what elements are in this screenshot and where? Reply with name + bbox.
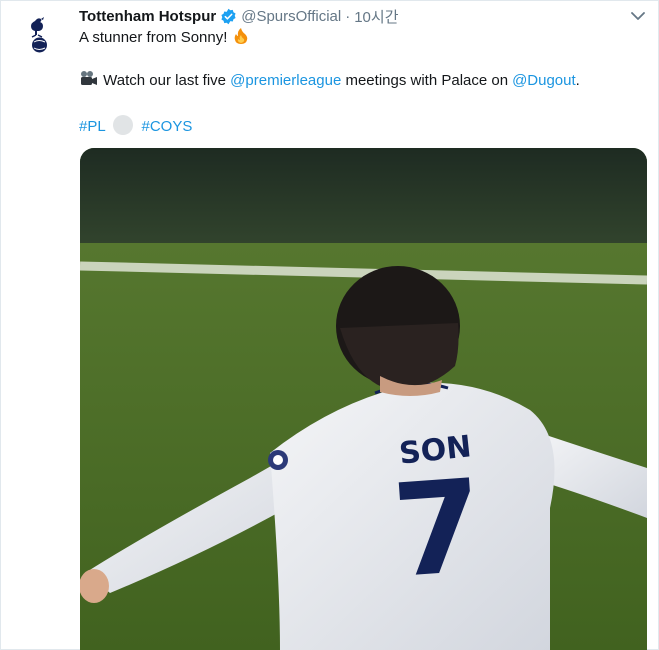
video-frame-image: SON 7	[80, 148, 647, 650]
verified-badge-icon	[220, 8, 237, 25]
tweet-hashtags: #PL #COYS	[79, 115, 192, 137]
mention-link-dugout[interactable]: @Dugout	[512, 72, 576, 89]
tweet-text: A stunner from Sonny!	[79, 29, 228, 46]
tweet-text-line-2: Watch our last five @premierleague meeti…	[79, 70, 580, 94]
tweet-header: Tottenham Hotspur @SpursOfficial · 10시간	[79, 6, 399, 26]
chevron-down-icon[interactable]	[629, 9, 647, 23]
tweet-text-segment: .	[575, 72, 580, 89]
tweet-text-line-1: A stunner from Sonny!	[79, 27, 250, 51]
jersey-number: 7	[388, 452, 487, 607]
movie-camera-emoji-icon	[79, 70, 99, 94]
mention-link-premierleague[interactable]: @premierleague	[230, 72, 341, 89]
hashtag-link-pl[interactable]: #PL	[79, 118, 105, 135]
spurs-crest-icon	[31, 17, 47, 53]
author-handle[interactable]: @SpursOfficial	[241, 8, 341, 25]
tweet-text-segment: meetings with Palace on	[345, 72, 509, 89]
tweet-card[interactable]: Tottenham Hotspur @SpursOfficial · 10시간 …	[0, 0, 659, 650]
author-name[interactable]: Tottenham Hotspur	[79, 8, 216, 25]
timestamp[interactable]: 10시간	[354, 6, 398, 27]
avatar[interactable]	[15, 11, 64, 60]
hashtag-emoji-icon	[113, 115, 134, 135]
separator-dot: ·	[345, 7, 351, 25]
hashtag-link-coys[interactable]: #COYS	[141, 118, 192, 135]
fire-emoji-icon	[232, 27, 250, 51]
media-video[interactable]: SON 7	[80, 148, 647, 650]
tweet-text-segment: Watch our last five	[103, 72, 226, 89]
